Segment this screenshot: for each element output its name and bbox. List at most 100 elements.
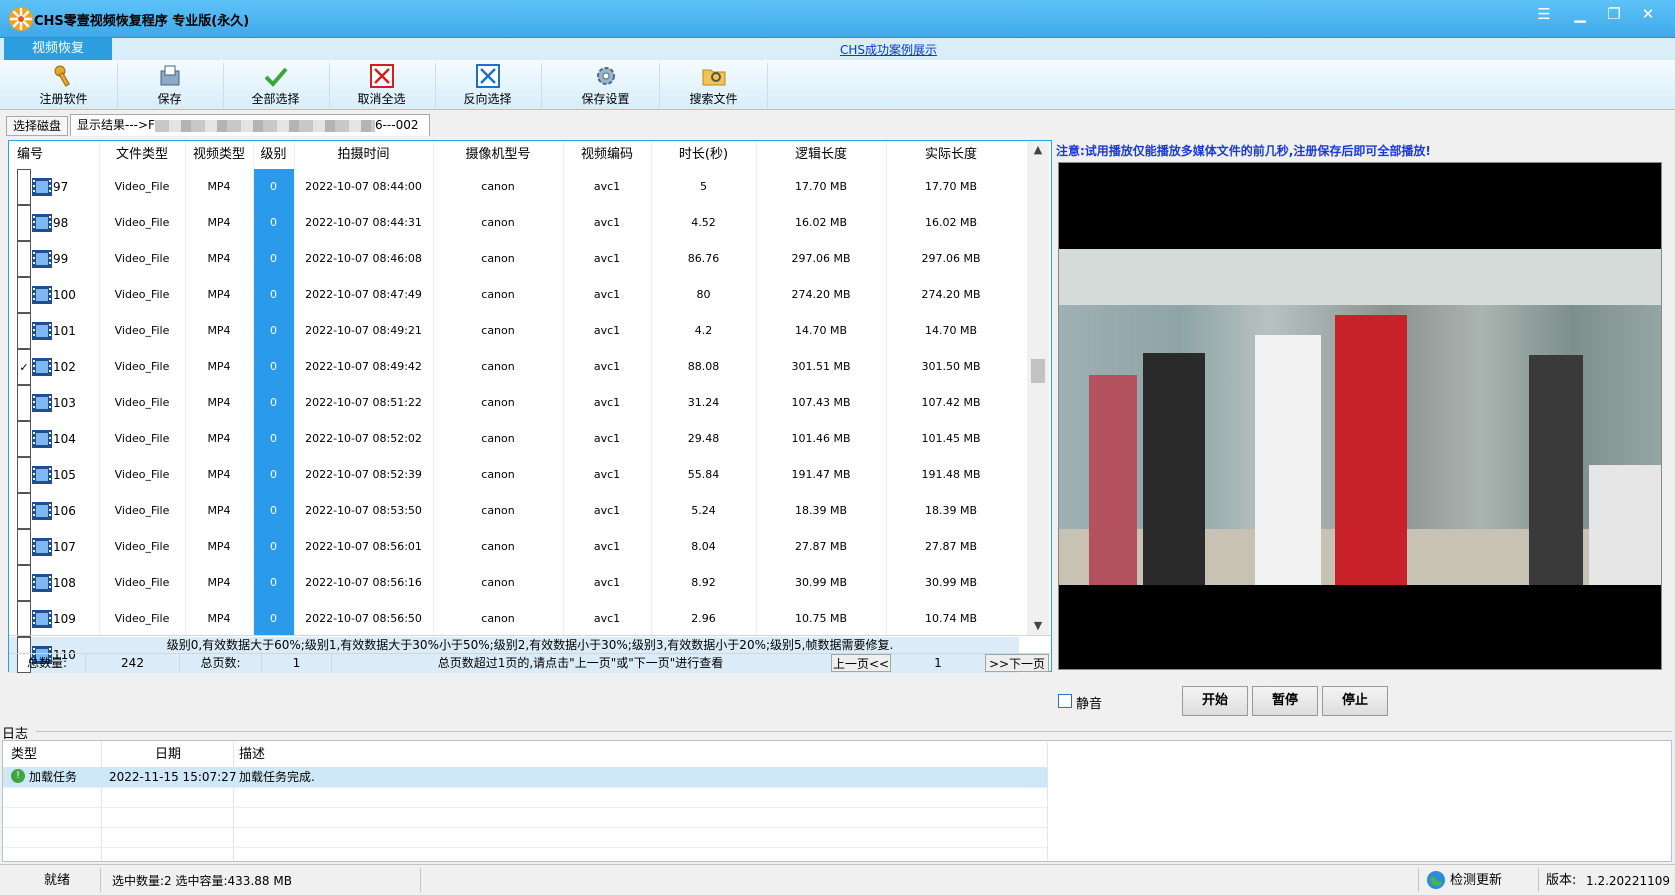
row-actual-size: 14.70 MB bbox=[924, 324, 978, 337]
col-id[interactable]: 编号 bbox=[9, 141, 99, 169]
select-disk-button[interactable]: 选择磁盘 bbox=[6, 116, 68, 136]
col-logical-size[interactable]: 逻辑长度 bbox=[756, 141, 886, 169]
mute-checkbox[interactable] bbox=[1058, 694, 1072, 708]
row-checkbox[interactable] bbox=[17, 205, 31, 241]
col-video-type[interactable]: 视频类型 bbox=[185, 141, 253, 169]
row-shoot-time: 2022-10-07 08:56:01 bbox=[305, 540, 422, 553]
log-type: 加载任务 bbox=[29, 770, 78, 784]
total-label: 总数量: bbox=[26, 656, 68, 670]
row-codec: avc1 bbox=[593, 288, 621, 301]
row-actual-size: 30.99 MB bbox=[924, 576, 978, 589]
scroll-up-icon[interactable]: ▲ bbox=[1027, 141, 1049, 159]
row-shoot-time: 2022-10-07 08:52:02 bbox=[305, 432, 422, 445]
row-checkbox[interactable] bbox=[17, 529, 31, 565]
minimize-icon[interactable]: ▁ bbox=[1566, 4, 1594, 24]
row-checkbox[interactable] bbox=[17, 493, 31, 529]
check-update-button[interactable]: 检测更新 bbox=[1450, 871, 1502, 891]
col-level[interactable]: 级别 bbox=[253, 141, 294, 169]
search-file-button[interactable]: 搜索文件 bbox=[660, 63, 768, 109]
scroll-thumb[interactable] bbox=[1031, 359, 1045, 383]
table-row[interactable]: 104 Video_File MP4 0 2022-10-07 08:52:02 cano… bbox=[9, 421, 1019, 457]
col-file-type[interactable]: 文件类型 bbox=[99, 141, 185, 169]
row-camera-model: canon bbox=[481, 360, 515, 373]
row-checkbox[interactable] bbox=[17, 601, 31, 637]
select-all-button[interactable]: 全部选择 bbox=[222, 63, 330, 109]
table-row[interactable]: 99 Video_File MP4 0 2022-10-07 08:46:08 canon… bbox=[9, 241, 1019, 277]
play-start-button[interactable]: 开始 bbox=[1182, 686, 1248, 716]
log-row[interactable]: ! 加载任务 2022-11-15 15:07:27 加载任务完成. bbox=[3, 767, 1047, 787]
col-camera-model[interactable]: 摄像机型号 bbox=[433, 141, 563, 169]
table-row[interactable]: 98 Video_File MP4 0 2022-10-07 08:44:31 canon… bbox=[9, 205, 1019, 241]
tab-strip: 视频恢复 CHS成功案例展示 bbox=[0, 38, 1675, 60]
play-stop-button[interactable]: 停止 bbox=[1322, 686, 1388, 716]
table-row[interactable]: ✓ 102 Video_File MP4 0 2022-10-07 08:49:42 can… bbox=[9, 349, 1019, 385]
row-checkbox[interactable] bbox=[17, 313, 31, 349]
table-row[interactable]: 101 Video_File MP4 0 2022-10-07 08:49:21 cano… bbox=[9, 313, 1019, 349]
row-shoot-time: 2022-10-07 08:56:50 bbox=[305, 612, 422, 625]
invert-selection-button[interactable]: 反向选择 bbox=[434, 63, 542, 109]
checkmark-icon bbox=[264, 67, 288, 87]
col-actual-size[interactable]: 实际长度 bbox=[886, 141, 1016, 169]
settings-gear-icon bbox=[596, 67, 615, 85]
maximize-icon[interactable]: ❐ bbox=[1600, 4, 1628, 24]
row-id: 98 bbox=[53, 216, 69, 230]
row-video-type: MP4 bbox=[207, 360, 231, 373]
tab-video-recovery[interactable]: 视频恢复 bbox=[4, 38, 112, 60]
row-actual-size: 274.20 MB bbox=[921, 288, 981, 301]
row-checkbox[interactable] bbox=[17, 421, 31, 457]
row-level: 0 bbox=[270, 432, 277, 445]
row-shoot-time: 2022-10-07 08:53:50 bbox=[305, 504, 422, 517]
row-camera-model: canon bbox=[481, 612, 515, 625]
prev-page-button[interactable]: 上一页<< bbox=[831, 654, 891, 672]
register-button[interactable]: 注册软件 bbox=[10, 63, 118, 109]
row-checkbox[interactable] bbox=[17, 385, 31, 421]
row-duration: 31.24 bbox=[687, 396, 720, 409]
video-file-icon bbox=[32, 466, 52, 484]
menu-icon[interactable]: ☰ bbox=[1530, 4, 1558, 24]
deselect-all-button[interactable]: 取消全选 bbox=[328, 63, 436, 109]
row-checkbox[interactable] bbox=[17, 277, 31, 313]
row-video-type: MP4 bbox=[207, 540, 231, 553]
pager: 总数量: 242 总页数: 1 总页数超过1页的,请点击"上一页"或"下一页"进… bbox=[9, 653, 1051, 672]
row-duration: 2.96 bbox=[691, 612, 716, 625]
table-scrollbar[interactable]: ▲ ▼ bbox=[1027, 141, 1049, 635]
row-checkbox[interactable] bbox=[17, 169, 31, 205]
table-row[interactable]: 107 Video_File MP4 0 2022-10-07 08:56:01 cano… bbox=[9, 529, 1019, 565]
row-duration: 4.2 bbox=[694, 324, 713, 337]
row-id: 99 bbox=[53, 252, 69, 266]
row-checkbox[interactable] bbox=[17, 457, 31, 493]
row-codec: avc1 bbox=[593, 540, 621, 553]
table-row[interactable]: 108 Video_File MP4 0 2022-10-07 08:56:16 cano… bbox=[9, 565, 1019, 601]
row-duration: 29.48 bbox=[687, 432, 720, 445]
title-bar: CHS零壹视频恢复程序 专业版(永久) ☰ ▁ ❐ ✕ bbox=[0, 0, 1675, 38]
table-row[interactable]: 97 Video_File MP4 0 2022-10-07 08:44:00 canon… bbox=[9, 169, 1019, 205]
save-button[interactable]: 保存 bbox=[116, 63, 224, 109]
table-row[interactable]: 106 Video_File MP4 0 2022-10-07 08:53:50 cano… bbox=[9, 493, 1019, 529]
col-shoot-time[interactable]: 拍摄时间 bbox=[294, 141, 433, 169]
row-shoot-time: 2022-10-07 08:49:21 bbox=[305, 324, 422, 337]
video-file-icon bbox=[32, 286, 52, 304]
close-icon[interactable]: ✕ bbox=[1634, 4, 1662, 24]
video-file-icon bbox=[32, 178, 52, 196]
play-pause-button[interactable]: 暂停 bbox=[1252, 686, 1318, 716]
row-camera-model: canon bbox=[481, 324, 515, 337]
col-duration[interactable]: 时长(秒) bbox=[651, 141, 756, 169]
row-level: 0 bbox=[270, 504, 277, 517]
table-row[interactable]: 105 Video_File MP4 0 2022-10-07 08:52:39 cano… bbox=[9, 457, 1019, 493]
row-file-type: Video_File bbox=[114, 216, 170, 229]
next-page-button[interactable]: >>下一页 bbox=[985, 654, 1049, 672]
row-id: 107 bbox=[53, 540, 76, 554]
result-path-tab[interactable]: 显示结果--->F 6---002 bbox=[70, 114, 430, 136]
col-codec[interactable]: 视频编码 bbox=[563, 141, 651, 169]
row-checkbox[interactable] bbox=[17, 241, 31, 277]
save-settings-button[interactable]: 保存设置 bbox=[552, 63, 660, 109]
case-showcase-link[interactable]: CHS成功案例展示 bbox=[840, 41, 937, 58]
table-row[interactable]: 100 Video_File MP4 0 2022-10-07 08:47:49 cano… bbox=[9, 277, 1019, 313]
row-file-type: Video_File bbox=[114, 432, 170, 445]
table-row[interactable]: 109 Video_File MP4 0 2022-10-07 08:56:50 cano… bbox=[9, 601, 1019, 637]
table-row[interactable]: 103 Video_File MP4 0 2022-10-07 08:51:22 cano… bbox=[9, 385, 1019, 421]
row-camera-model: canon bbox=[481, 468, 515, 481]
row-checkbox[interactable]: ✓ bbox=[17, 349, 31, 385]
scroll-down-icon[interactable]: ▼ bbox=[1027, 617, 1049, 635]
row-checkbox[interactable] bbox=[17, 565, 31, 601]
